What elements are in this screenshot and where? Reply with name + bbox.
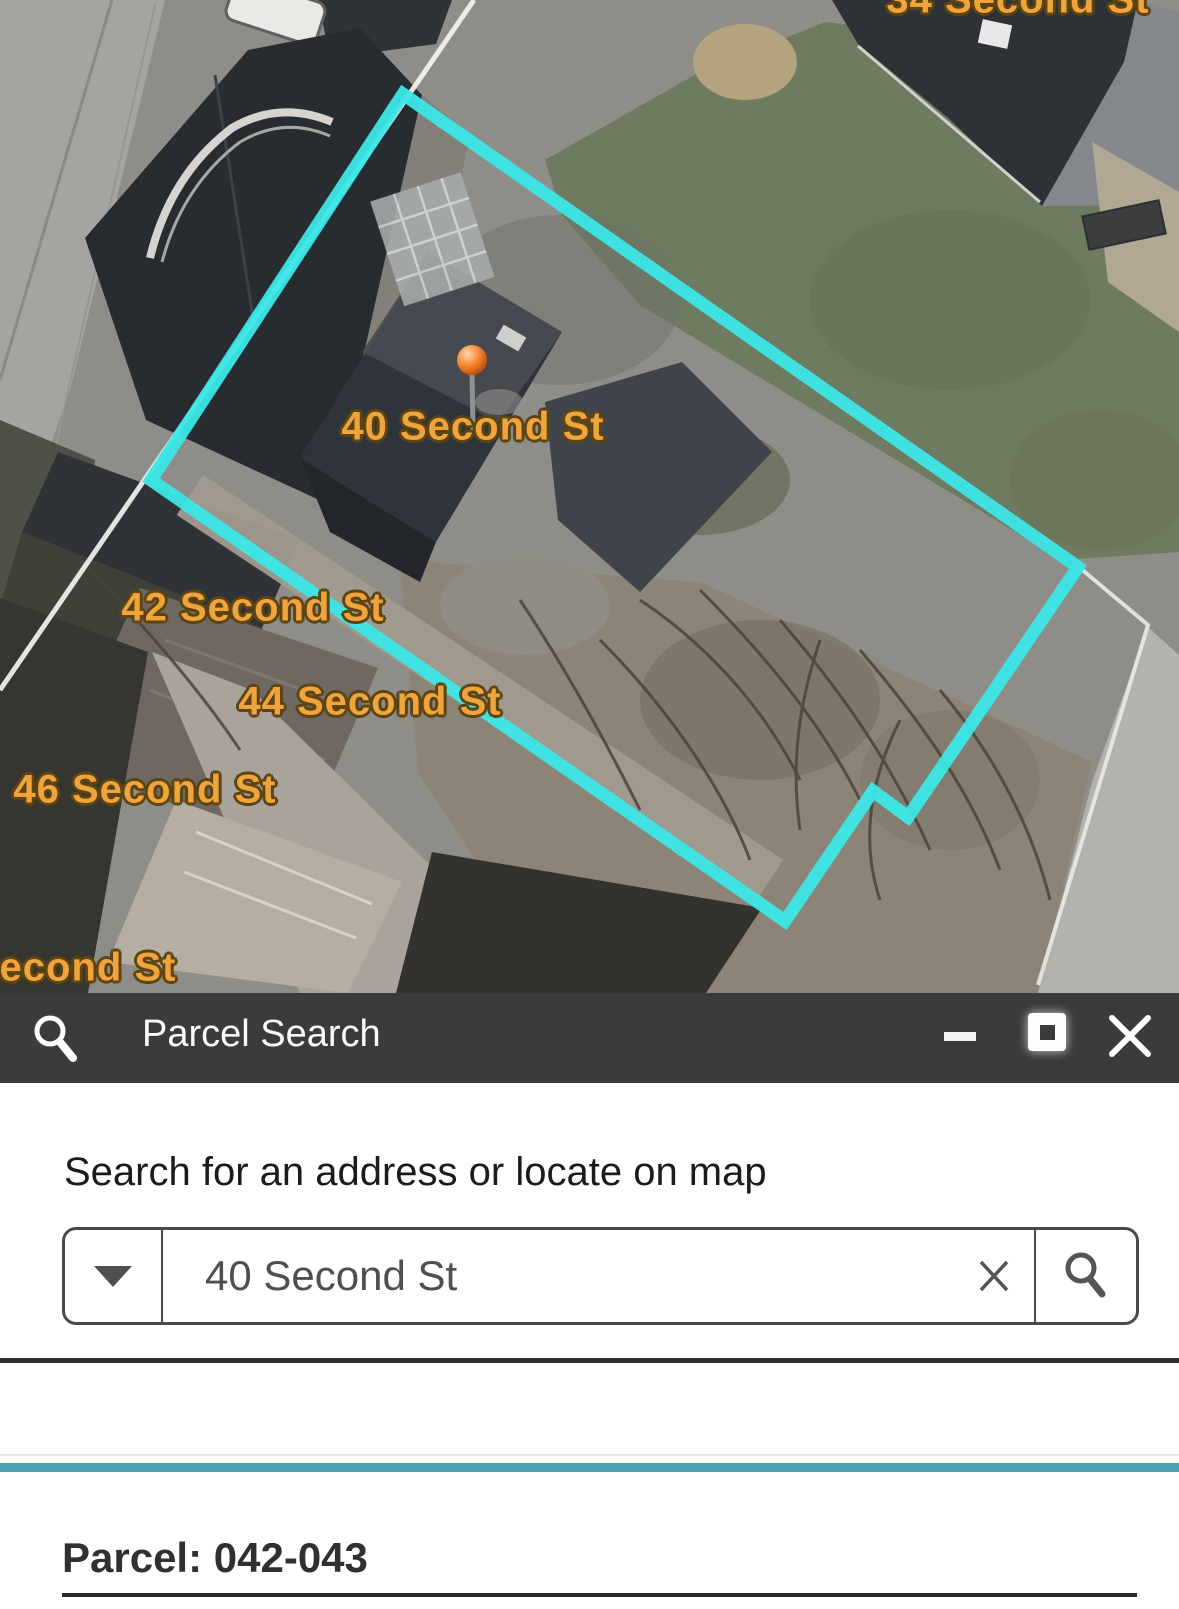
parcel-search-app: 34 Second St 40 Second St 42 Second St 4… [0, 0, 1179, 1609]
clear-x-icon [976, 1258, 1012, 1294]
map-label-34-second-st: 34 Second St [886, 0, 1149, 23]
chevron-down-icon [94, 1266, 132, 1287]
magnifier-icon [1060, 1249, 1112, 1303]
search-icon [30, 1011, 82, 1067]
panel-title: Parcel Search [142, 1013, 381, 1056]
map-label-partial-second-st: econd St [0, 946, 176, 991]
maximize-icon [1040, 1025, 1055, 1040]
map-label-44-second-st: 44 Second St [238, 680, 501, 725]
search-instruction-label: Search for an address or locate on map [64, 1150, 767, 1195]
maximize-button[interactable] [1028, 1013, 1066, 1051]
map-label-46-second-st: 46 Second St [13, 768, 276, 813]
teal-accent-bar [0, 1463, 1179, 1472]
panel-title-bar: Parcel Search [0, 993, 1179, 1083]
close-button[interactable] [1108, 1014, 1152, 1058]
aerial-map[interactable]: 34 Second St 40 Second St 42 Second St 4… [0, 0, 1179, 993]
search-source-dropdown[interactable] [65, 1230, 161, 1322]
breadcrumb-parcels-row[interactable] [0, 1363, 1179, 1454]
minimize-button[interactable] [944, 1032, 976, 1041]
divider [62, 1593, 1137, 1597]
address-search-input[interactable] [163, 1230, 954, 1322]
aerial-imagery [0, 0, 1179, 993]
parcel-id-heading: Parcel: 042-043 [62, 1534, 368, 1582]
search-submit-button[interactable] [1036, 1230, 1136, 1322]
divider [0, 1454, 1179, 1456]
clear-search-button[interactable] [954, 1230, 1034, 1322]
map-label-40-second-st: 40 Second St [341, 405, 604, 450]
address-search-box [62, 1227, 1139, 1325]
map-label-42-second-st: 42 Second St [121, 586, 384, 631]
